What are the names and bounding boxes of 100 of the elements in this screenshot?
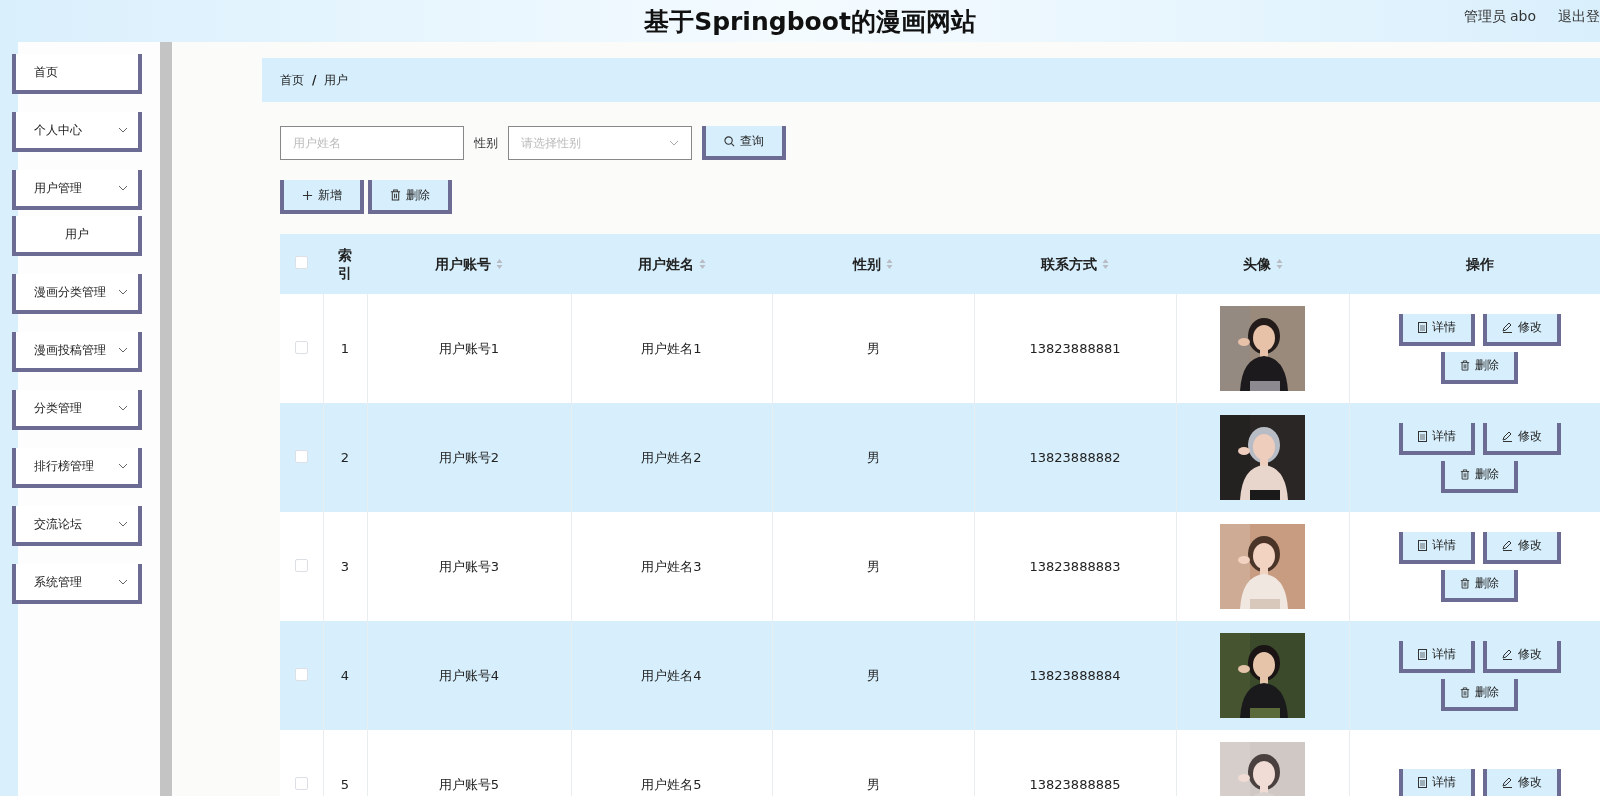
row-action-button[interactable]: 详情	[1398, 531, 1475, 564]
chevron-down-icon	[118, 405, 128, 411]
table-cell: 用户账号3	[438, 558, 500, 574]
table-cell: 用户姓名3	[641, 558, 702, 574]
chevron-down-icon	[118, 127, 128, 133]
column-header: 用户姓名	[637, 254, 694, 274]
chevron-down-icon	[118, 185, 128, 191]
table-cell: 用户姓名5	[641, 776, 702, 792]
trash-icon	[1460, 687, 1470, 698]
pencil-icon	[1501, 322, 1513, 333]
chevron-down-icon	[118, 521, 128, 527]
row-checkbox[interactable]	[294, 558, 308, 572]
trash-icon	[1460, 469, 1470, 480]
column-header: 用户账号	[435, 254, 491, 274]
sidebar-item[interactable]: 排行榜管理	[12, 448, 142, 488]
row-action-button[interactable]: 修改	[1482, 768, 1561, 796]
delete-button[interactable]: 删除	[368, 180, 452, 214]
document-icon	[1417, 322, 1427, 333]
sidebar-item[interactable]: 个人中心	[12, 112, 142, 152]
row-action-button[interactable]: 删除	[1441, 460, 1518, 493]
table-cell: 5	[340, 777, 350, 792]
table-cell: 男	[866, 340, 880, 356]
sidebar-subitem[interactable]: 用户	[12, 216, 142, 256]
row-checkbox[interactable]	[294, 340, 308, 354]
sidebar-item[interactable]: 交流论坛	[12, 506, 142, 546]
column-header: 索引	[338, 245, 352, 283]
user-label: 管理员 abo	[1463, 8, 1536, 26]
document-icon	[1417, 777, 1427, 788]
chevron-down-icon	[118, 579, 128, 585]
breadcrumb-current: 用户	[324, 71, 349, 89]
table-cell: 用户姓名1	[641, 340, 702, 356]
table-cell: 用户账号5	[438, 776, 500, 792]
row-checkbox[interactable]	[294, 667, 308, 681]
row-action-button[interactable]: 删除	[1441, 351, 1518, 384]
pencil-icon	[1501, 649, 1513, 660]
row-action-button[interactable]: 详情	[1398, 422, 1475, 455]
table-cell: 用户姓名4	[641, 667, 702, 683]
sidebar-item[interactable]: 分类管理	[12, 390, 142, 430]
document-icon	[1417, 540, 1427, 551]
trash-icon	[1460, 578, 1470, 589]
breadcrumb-link[interactable]: 首页	[280, 71, 304, 89]
document-icon	[1417, 649, 1427, 660]
column-header: 联系方式	[1041, 254, 1097, 274]
select-all-checkbox[interactable]	[295, 256, 308, 269]
table-cell: 用户账号1	[438, 340, 500, 356]
table-cell: 用户账号4	[438, 667, 500, 683]
site-title: 基于Springboot的漫画网站	[644, 5, 976, 38]
row-action-button[interactable]: 修改	[1482, 531, 1561, 564]
row-action-button[interactable]: 删除	[1441, 678, 1518, 711]
row-action-button[interactable]: 修改	[1482, 640, 1561, 673]
add-button[interactable]: 新增	[280, 180, 364, 214]
row-action-button[interactable]: 修改	[1482, 313, 1561, 346]
trash-icon	[390, 189, 401, 201]
sidebar-item[interactable]: 用户管理	[12, 170, 142, 210]
scrollbar[interactable]	[160, 42, 172, 796]
table-cell: 13823888881	[1029, 341, 1121, 356]
table-cell: 男	[866, 558, 880, 574]
table-cell: 4	[340, 668, 350, 683]
logout-link[interactable]: 退出登	[1558, 8, 1600, 26]
sidebar-item[interactable]: 首页	[12, 54, 142, 94]
sort-icon[interactable]	[1275, 258, 1283, 270]
sidebar-item[interactable]: 漫画投稿管理	[12, 332, 142, 372]
chevron-down-icon	[118, 463, 128, 469]
name-search-field[interactable]: 用户姓名	[280, 126, 464, 160]
row-action-button[interactable]: 详情	[1398, 640, 1475, 673]
row-checkbox[interactable]	[294, 449, 308, 463]
row-action-button[interactable]: 详情	[1398, 768, 1475, 796]
search-icon	[724, 135, 735, 147]
document-icon	[1417, 431, 1427, 442]
column-header: 性别	[853, 254, 881, 274]
table-cell: 3	[340, 559, 350, 574]
sort-icon[interactable]	[886, 258, 893, 270]
table-cell: 1	[340, 341, 350, 356]
row-action-button[interactable]: 详情	[1398, 313, 1475, 346]
chevron-down-icon	[118, 289, 128, 295]
sort-icon[interactable]	[698, 258, 706, 270]
column-header: 操作	[1465, 254, 1494, 274]
chevron-down-icon	[669, 140, 679, 146]
row-checkbox[interactable]	[294, 776, 308, 790]
table-cell: 男	[866, 776, 880, 792]
table-cell: 男	[866, 449, 880, 465]
plus-icon	[302, 189, 313, 201]
table-cell: 13823888884	[1029, 668, 1121, 683]
sort-icon[interactable]	[496, 258, 503, 270]
row-action-button[interactable]: 修改	[1482, 422, 1561, 455]
sidebar-item[interactable]: 系统管理	[12, 564, 142, 604]
table-cell: 用户姓名2	[641, 449, 702, 465]
sort-icon[interactable]	[1102, 258, 1109, 270]
query-button[interactable]: 查询	[702, 126, 786, 160]
gender-label: 性别	[474, 134, 498, 152]
breadcrumb-separator: /	[312, 73, 317, 87]
table-cell: 13823888883	[1029, 559, 1121, 574]
row-action-button[interactable]: 删除	[1441, 569, 1518, 602]
pencil-icon	[1501, 431, 1513, 442]
trash-icon	[1460, 360, 1470, 371]
pencil-icon	[1501, 540, 1513, 551]
sidebar-item[interactable]: 漫画分类管理	[12, 274, 142, 314]
table-cell: 2	[340, 450, 350, 465]
table-cell: 男	[866, 667, 880, 683]
pencil-icon	[1501, 777, 1513, 788]
